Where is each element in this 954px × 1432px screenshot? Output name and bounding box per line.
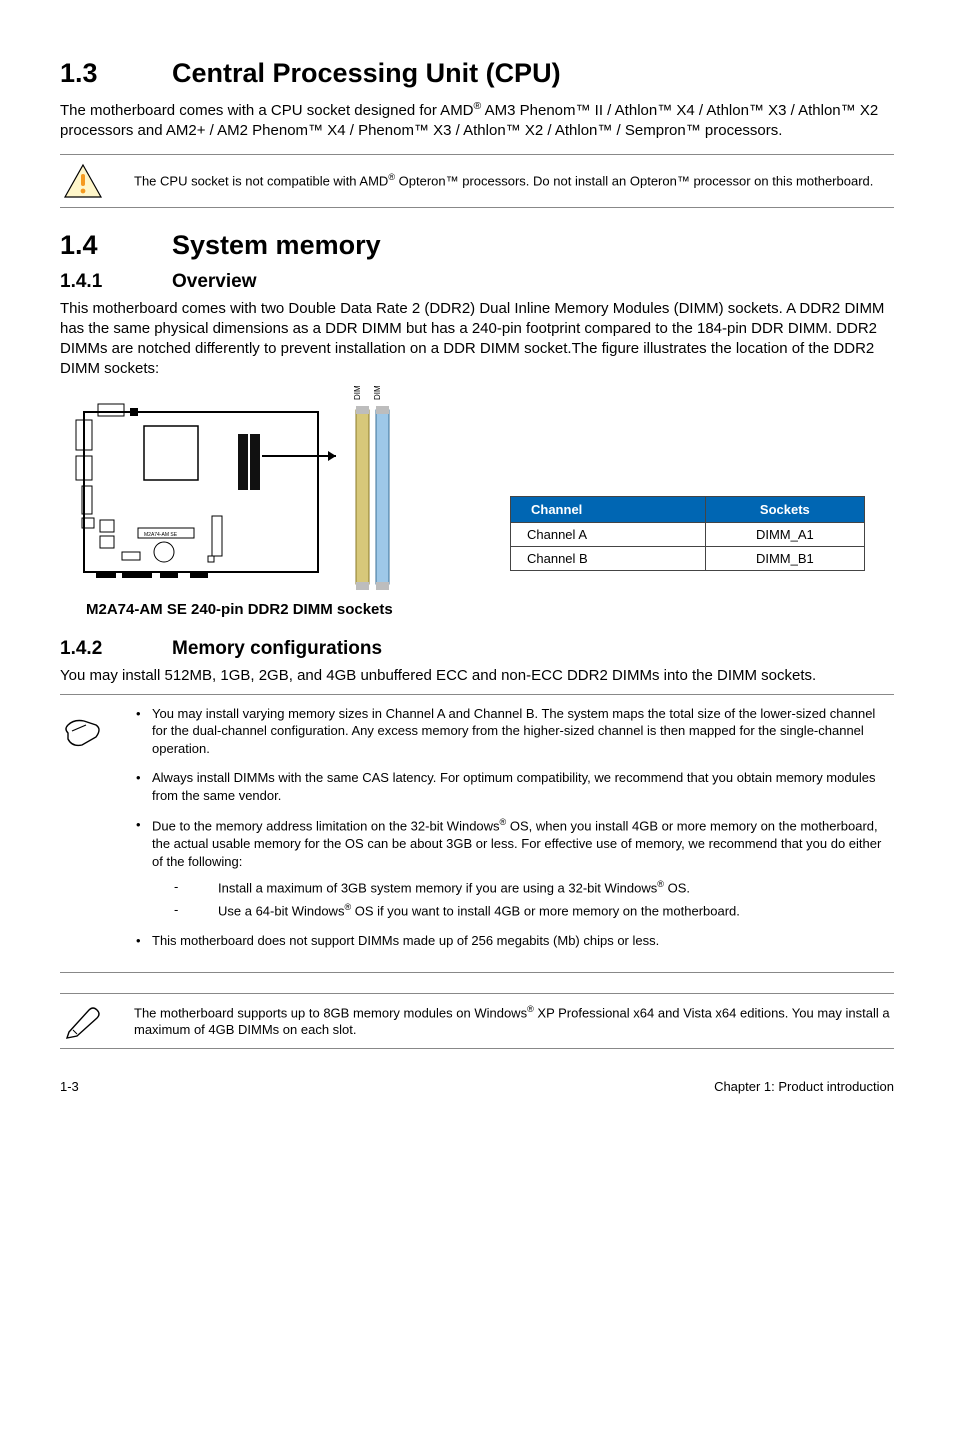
cell-channel: Channel B (511, 546, 706, 570)
subsection-number: 1.4.2 (60, 638, 172, 660)
list-item: Due to the memory address limitation on … (134, 816, 894, 920)
dimm-a1-label: DIMM_A1 (353, 386, 362, 400)
table-header-channel: Channel (511, 496, 706, 522)
table-row: Channel A DIMM_A1 (511, 522, 865, 546)
diagram-caption: M2A74-AM SE 240-pin DDR2 DIMM sockets (86, 601, 894, 618)
text: Due to the memory address limitation on … (152, 819, 500, 834)
registered-mark: ® (657, 879, 664, 889)
table-row: Channel B DIMM_B1 (511, 546, 865, 570)
registered-mark: ® (527, 1004, 534, 1014)
pencil-note-text: The motherboard supports up to 8GB memor… (134, 1003, 894, 1039)
chapter-label: Chapter 1: Product introduction (714, 1079, 894, 1094)
list-item: You may install varying memory sizes in … (134, 705, 894, 758)
list-item: Install a maximum of 3GB system memory i… (174, 878, 894, 897)
pencil-note: The motherboard supports up to 8GB memor… (60, 993, 894, 1049)
section-title: Central Processing Unit (CPU) (172, 58, 561, 89)
note-content: You may install varying memory sizes in … (134, 705, 894, 962)
cell-socket: DIMM_A1 (705, 522, 864, 546)
section-1-4-1-heading: 1.4.1 Overview (60, 271, 894, 293)
text: OS if you want to install 4GB or more me… (351, 904, 740, 919)
text: You may install varying memory sizes in … (152, 706, 875, 756)
cell-channel: Channel A (511, 522, 706, 546)
text: OS. (664, 881, 690, 896)
list-item: Use a 64-bit Windows® OS if you want to … (174, 901, 894, 920)
section-1-3-paragraph: The motherboard comes with a CPU socket … (60, 99, 894, 142)
text: Install a maximum of 3GB system memory i… (218, 881, 657, 896)
list-item: This motherboard does not support DIMMs … (134, 932, 894, 950)
section-1-3-heading: 1.3 Central Processing Unit (CPU) (60, 58, 894, 89)
table-header-sockets: Sockets (705, 496, 864, 522)
hand-note: You may install varying memory sizes in … (60, 694, 894, 973)
text: Opteron™ processors. Do not install an O… (395, 173, 873, 188)
page: 1.3 Central Processing Unit (CPU) The mo… (0, 0, 954, 1134)
text: The motherboard comes with a CPU socket … (60, 102, 474, 119)
section-1-4-2-paragraph: You may install 512MB, 1GB, 2GB, and 4GB… (60, 666, 894, 686)
text: Always install DIMMs with the same CAS l… (152, 770, 875, 803)
caution-text: The CPU socket is not compatible with AM… (134, 171, 894, 190)
text: The motherboard supports up to 8GB memor… (134, 1005, 527, 1020)
section-number: 1.4 (60, 230, 172, 261)
section-number: 1.3 (60, 58, 172, 89)
text: This motherboard does not support DIMMs … (152, 933, 659, 948)
text: Use a 64-bit Windows (218, 904, 344, 919)
section-1-4-2-heading: 1.4.2 Memory configurations (60, 638, 894, 660)
socket-table: Channel Sockets Channel A DIMM_A1 Channe… (510, 496, 865, 571)
pencil-icon (60, 1002, 106, 1040)
dimm-diagram-row: M2A74-AM SE (60, 386, 894, 597)
subsection-title: Memory configurations (172, 638, 382, 660)
list-item: Always install DIMMs with the same CAS l… (134, 769, 894, 804)
section-title: System memory (172, 230, 381, 261)
svg-text:M2A74-AM SE: M2A74-AM SE (144, 532, 178, 538)
dimm-b1-label: DIMM_B1 (373, 386, 382, 400)
page-number: 1-3 (60, 1079, 79, 1094)
motherboard-diagram: M2A74-AM SE (60, 386, 440, 597)
page-footer: 1-3 Chapter 1: Product introduction (60, 1079, 894, 1094)
caution-note: The CPU socket is not compatible with AM… (60, 154, 894, 208)
subsection-title: Overview (172, 271, 257, 293)
subsection-number: 1.4.1 (60, 271, 172, 293)
text: The CPU socket is not compatible with AM… (134, 173, 388, 188)
cell-socket: DIMM_B1 (705, 546, 864, 570)
section-1-4-heading: 1.4 System memory (60, 230, 894, 261)
caution-icon (60, 163, 106, 199)
hand-icon (60, 711, 106, 751)
section-1-4-1-paragraph: This motherboard comes with two Double D… (60, 299, 894, 380)
